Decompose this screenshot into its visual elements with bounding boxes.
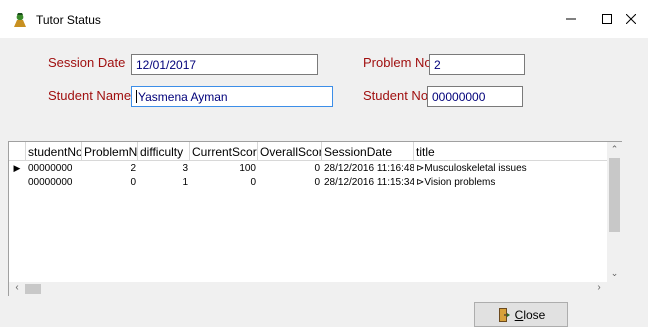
- scrollbar-corner: [607, 282, 622, 296]
- session-date-field[interactable]: 12/01/2017: [131, 54, 318, 75]
- minimize-icon: [566, 18, 576, 20]
- cell-title[interactable]: ⊳Vision problems: [414, 176, 607, 190]
- student-name-label: Student Name: [48, 88, 132, 103]
- column-header-currentscore[interactable]: CurrentScore: [190, 142, 258, 161]
- cell-sessiondate[interactable]: 28/12/2016 11:15:34 A: [322, 176, 414, 190]
- close-button-label: Close: [514, 307, 546, 322]
- door-exit-icon: [498, 307, 510, 322]
- column-header-studentno[interactable]: studentNo: [26, 142, 82, 161]
- close-button[interactable]: Close: [474, 302, 568, 327]
- tutor-status-window: Tutor Status Session Date 12/01/2017 Pro…: [0, 0, 648, 327]
- horizontal-scrollbar[interactable]: ‹ ›: [9, 282, 607, 296]
- column-header-problemno[interactable]: ProblemNo: [82, 142, 138, 161]
- row-indicator: [9, 176, 25, 190]
- horizontal-scroll-thumb[interactable]: [25, 284, 41, 294]
- tutor-status-grid[interactable]: studentNo ProblemNo difficulty CurrentSc…: [8, 141, 622, 296]
- table-row[interactable]: 00000000 0 1 0 0 28/12/2016 11:15:34 A ⊳…: [9, 176, 607, 190]
- column-header-title[interactable]: title: [414, 142, 607, 161]
- student-no-field[interactable]: 00000000: [427, 86, 523, 107]
- scroll-right-icon[interactable]: ›: [591, 282, 607, 296]
- session-date-label: Session Date: [48, 55, 126, 70]
- student-name-value: Yasmena Ayman: [138, 90, 228, 104]
- scroll-up-icon[interactable]: ⌃: [607, 144, 622, 158]
- tutor-app-icon: [14, 13, 26, 27]
- cell-studentno[interactable]: 00000000: [26, 162, 82, 176]
- row-header-corner: [9, 142, 26, 161]
- scroll-left-icon[interactable]: ‹: [9, 282, 25, 296]
- maximize-icon: [602, 14, 612, 24]
- cell-overallscore[interactable]: 0: [258, 176, 322, 190]
- cell-title-text: Vision problems: [424, 177, 496, 188]
- cell-difficulty[interactable]: 3: [138, 162, 190, 176]
- current-row-indicator-icon: ▶: [13, 163, 21, 173]
- cell-title[interactable]: ⊳Musculoskeletal issues: [414, 162, 607, 176]
- problem-no-field[interactable]: 2: [429, 54, 525, 75]
- student-no-label: Student No: [363, 88, 429, 103]
- text-caret: [136, 90, 137, 103]
- vertical-scrollbar[interactable]: ⌃ ⌄: [607, 142, 622, 282]
- table-row[interactable]: ▶ 00000000 2 3 100 0 28/12/2016 11:16:48…: [9, 162, 607, 176]
- close-icon: [626, 14, 636, 24]
- grid-header: studentNo ProblemNo difficulty CurrentSc…: [9, 142, 607, 161]
- cell-currentscore[interactable]: 100: [190, 162, 258, 176]
- cell-studentno[interactable]: 00000000: [26, 176, 82, 190]
- cell-difficulty[interactable]: 1: [138, 176, 190, 190]
- window-title: Tutor Status: [36, 13, 101, 27]
- cell-currentscore[interactable]: 0: [190, 176, 258, 190]
- problem-no-label: Problem No: [363, 55, 432, 70]
- cell-sessiondate[interactable]: 28/12/2016 11:16:48 A: [322, 162, 414, 176]
- student-name-field[interactable]: Yasmena Ayman: [131, 86, 333, 107]
- cell-problemno[interactable]: 0: [82, 176, 138, 190]
- vertical-scroll-thumb[interactable]: [609, 158, 620, 232]
- cell-problemno[interactable]: 2: [82, 162, 138, 176]
- title-bar: Tutor Status: [0, 0, 648, 38]
- column-header-overallscore[interactable]: OverallScore: [258, 142, 322, 161]
- column-header-sessiondate[interactable]: SessionDate: [322, 142, 414, 161]
- window-close-button[interactable]: [614, 0, 648, 38]
- cell-title-text: Musculoskeletal issues: [424, 163, 527, 174]
- scroll-down-icon[interactable]: ⌄: [607, 268, 622, 282]
- cell-overallscore[interactable]: 0: [258, 162, 322, 176]
- column-header-difficulty[interactable]: difficulty: [138, 142, 190, 161]
